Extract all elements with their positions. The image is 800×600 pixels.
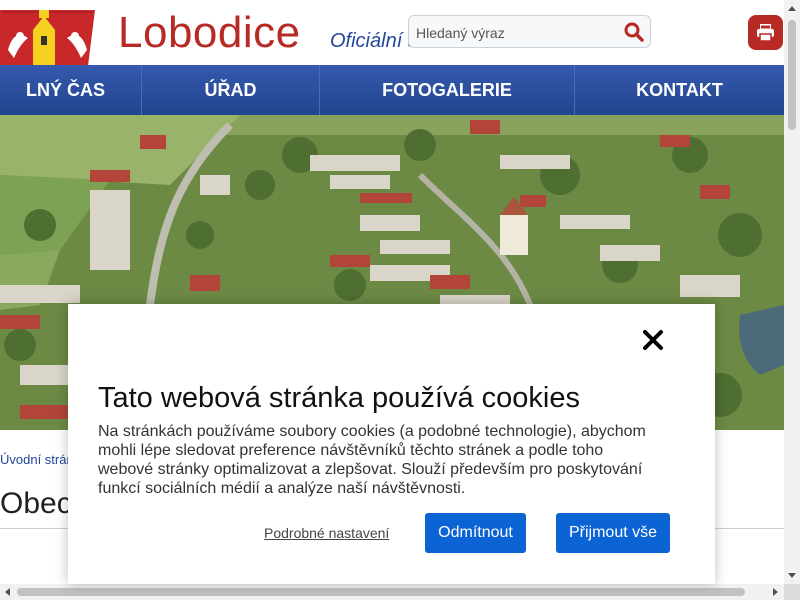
- page-title: Obec: [0, 487, 72, 520]
- vertical-scrollbar[interactable]: [784, 0, 800, 584]
- coat-of-arms-icon[interactable]: [0, 10, 95, 66]
- site-subtitle: Oficiální s: [330, 30, 418, 52]
- scroll-right-arrow-icon[interactable]: [773, 588, 778, 596]
- printer-icon: [757, 24, 774, 42]
- search-box: [408, 15, 651, 48]
- breadcrumb[interactable]: Úvodní strán: [0, 452, 74, 467]
- search-input[interactable]: [414, 22, 618, 44]
- nav-item-urad[interactable]: ÚŘAD: [141, 65, 319, 115]
- close-icon[interactable]: [641, 328, 665, 352]
- cookie-dialog-text: Na stránkách používáme soubory cookies (…: [98, 423, 646, 497]
- scroll-up-arrow-icon[interactable]: [788, 6, 796, 11]
- scroll-down-arrow-icon[interactable]: [788, 573, 796, 578]
- nav-item-fotogalerie[interactable]: FOTOGALERIE: [319, 65, 574, 115]
- site-header: Lobodice Oficiální s: [0, 0, 784, 66]
- accept-all-button[interactable]: Přijmout vše: [556, 513, 670, 553]
- nav-item-kontakt[interactable]: KONTAKT: [574, 65, 784, 115]
- nav-item-volny-cas[interactable]: LNÝ ČAS: [0, 65, 141, 115]
- horizontal-scroll-thumb[interactable]: [17, 588, 745, 596]
- site-title[interactable]: Lobodice: [118, 8, 301, 58]
- search-icon[interactable]: [624, 22, 644, 42]
- vertical-scroll-thumb[interactable]: [788, 20, 796, 130]
- print-button[interactable]: [748, 15, 783, 50]
- scroll-left-arrow-icon[interactable]: [5, 588, 10, 596]
- cookie-consent-dialog: Tato webová stránka používá cookies Na s…: [68, 304, 715, 584]
- main-navigation: LNÝ ČAS ÚŘAD FOTOGALERIE KONTAKT: [0, 65, 784, 115]
- detailed-settings-link[interactable]: Podrobné nastavení: [264, 525, 389, 541]
- cookie-dialog-title: Tato webová stránka používá cookies: [98, 382, 580, 414]
- horizontal-scrollbar[interactable]: [0, 584, 784, 600]
- scrollbar-corner: [784, 584, 800, 600]
- reject-button[interactable]: Odmítnout: [425, 513, 526, 553]
